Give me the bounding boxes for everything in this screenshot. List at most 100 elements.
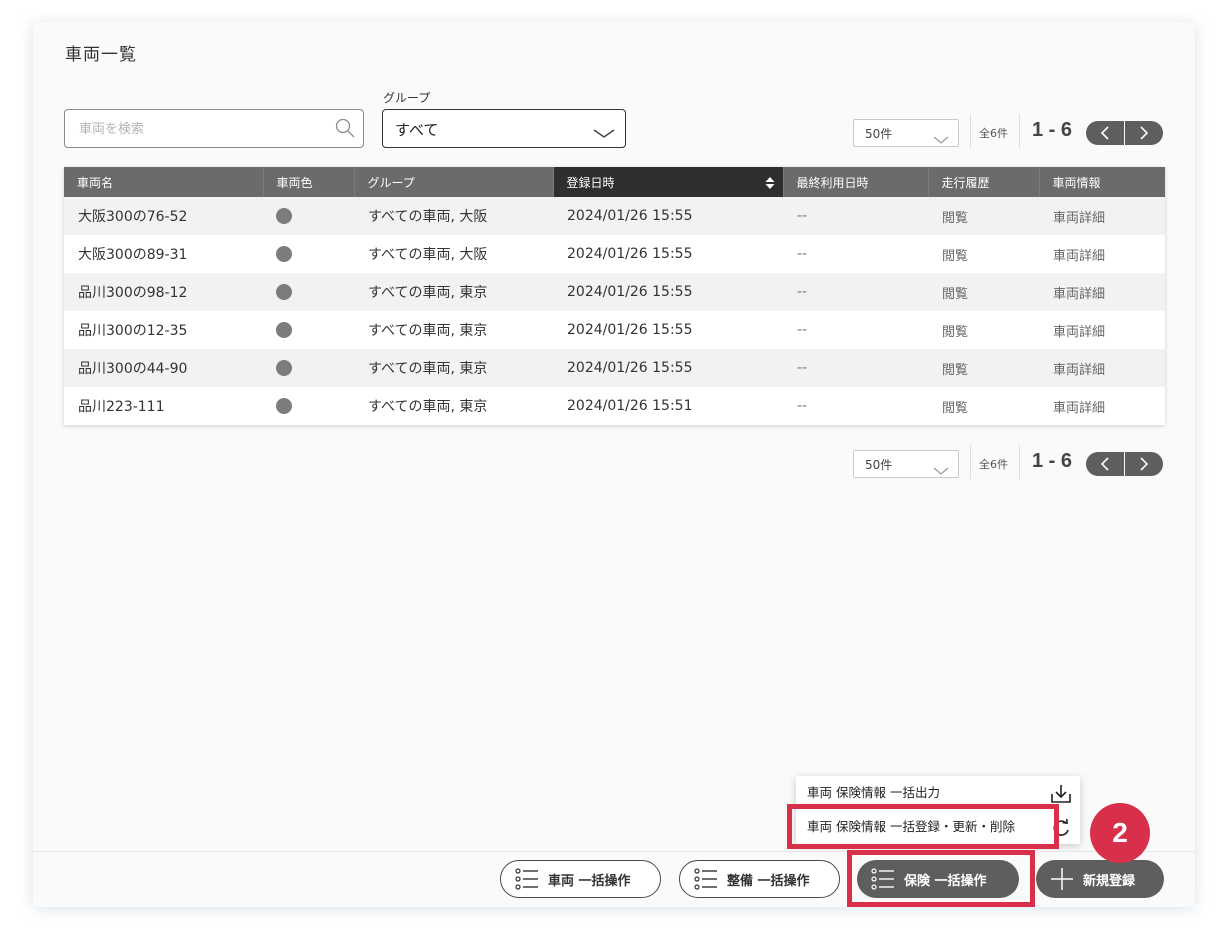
table-row: 品川300の44-90 すべての車両, 東京 2024/01/26 15:55 -- 閲… [64, 349, 1165, 387]
cell-vehicle-color [263, 273, 354, 311]
divider [1019, 445, 1020, 479]
history-view-link[interactable]: 閲覧 [928, 349, 1039, 387]
page-title: 車両一覧 [65, 45, 137, 65]
chevron-down-icon [933, 129, 949, 148]
color-swatch [276, 398, 292, 414]
history-view-link[interactable]: 閲覧 [928, 197, 1039, 235]
cell-vehicle-color [263, 197, 354, 235]
insurance-bulk-menu: 車両 保険情報 一括出力 車両 保険情報 一括登録・更新・削除 [796, 776, 1080, 844]
cell-registered: 2024/01/26 15:55 [553, 197, 783, 235]
history-view-link[interactable]: 閲覧 [928, 311, 1039, 349]
total-count: 全6件 [979, 127, 1008, 140]
vehicle-bulk-label: 車両 一括操作 [548, 873, 631, 889]
color-swatch [276, 208, 292, 224]
refresh-icon [1050, 817, 1072, 851]
col-header-name[interactable]: 車両名 [64, 167, 264, 197]
col-header-info[interactable]: 車両情報 [1039, 167, 1165, 197]
per-page-value: 50件 [865, 127, 893, 141]
table-header-row: 車両名 車両色 グループ 登録日時 最終利用日時 走行履歴 車両情報 [64, 167, 1165, 197]
page-range: 1 - 6 [1032, 450, 1073, 472]
search-input[interactable] [77, 110, 331, 149]
vehicle-detail-link[interactable]: 車両詳細 [1039, 311, 1165, 349]
cell-vehicle-color [263, 311, 354, 349]
col-header-history[interactable]: 走行履歴 [928, 167, 1040, 197]
vehicle-table: 車両名 車両色 グループ 登録日時 最終利用日時 走行履歴 車両情報 大阪300… [64, 167, 1165, 425]
cell-group: すべての車両, 東京 [354, 387, 553, 425]
cell-registered: 2024/01/26 15:51 [553, 387, 783, 425]
vehicle-detail-link[interactable]: 車両詳細 [1039, 273, 1165, 311]
cell-vehicle-name: 品川300の44-90 [64, 349, 263, 387]
cell-group: すべての車両, 東京 [354, 311, 553, 349]
menu-item-insurance-bulk-register[interactable]: 車両 保険情報 一括登録・更新・削除 [796, 810, 1080, 844]
vehicle-detail-link[interactable]: 車両詳細 [1039, 197, 1165, 235]
total-count: 全6件 [979, 458, 1008, 471]
cell-last-used: -- [783, 387, 928, 425]
history-view-link[interactable]: 閲覧 [928, 235, 1039, 273]
cell-last-used: -- [783, 273, 928, 311]
vehicle-bulk-button[interactable]: 車両 一括操作 [500, 860, 661, 898]
step-badge: 2 [1090, 803, 1150, 863]
menu-item-label: 車両 保険情報 一括登録・更新・削除 [807, 819, 1015, 834]
group-select-value: すべて [395, 121, 439, 139]
cell-last-used: -- [783, 197, 928, 235]
table-row: 品川300の12-35 すべての車両, 東京 2024/01/26 15:55 -- 閲… [64, 311, 1165, 349]
table-row: 品川223-111 すべての車両, 東京 2024/01/26 15:51 -- 閲覧車… [64, 387, 1165, 425]
page-range: 1 - 6 [1032, 119, 1073, 141]
search-icon[interactable] [335, 118, 355, 142]
color-swatch [276, 322, 292, 338]
divider [1019, 114, 1020, 148]
cell-group: すべての車両, 東京 [354, 273, 553, 311]
sort-icon[interactable] [765, 176, 775, 193]
col-header-registered[interactable]: 登録日時 [553, 167, 784, 197]
col-header-last-used[interactable]: 最終利用日時 [783, 167, 929, 197]
cell-registered: 2024/01/26 15:55 [553, 349, 783, 387]
per-page-select[interactable]: 50件 [853, 450, 959, 478]
vehicle-detail-link[interactable]: 車両詳細 [1039, 349, 1165, 387]
history-view-link[interactable]: 閲覧 [928, 387, 1039, 425]
cell-vehicle-color [263, 349, 354, 387]
cell-vehicle-name: 品川300の98-12 [64, 273, 263, 311]
prev-page-button[interactable] [1086, 452, 1124, 476]
next-page-button[interactable] [1125, 452, 1163, 476]
cell-last-used: -- [783, 349, 928, 387]
list-icon [871, 868, 895, 890]
history-view-link[interactable]: 閲覧 [928, 273, 1039, 311]
chevron-down-icon [593, 124, 615, 143]
col-header-color[interactable]: 車両色 [263, 167, 355, 197]
maintenance-bulk-button[interactable]: 整備 一括操作 [679, 860, 840, 898]
prev-page-button[interactable] [1086, 121, 1124, 145]
per-page-select[interactable]: 50件 [853, 119, 959, 147]
next-page-button[interactable] [1125, 121, 1163, 145]
new-register-button[interactable]: 新規登録 [1036, 860, 1164, 898]
pagination-bottom: 50件 全6件 1 - 6 [853, 445, 1165, 479]
group-select[interactable]: すべて [382, 109, 626, 148]
cell-vehicle-color [263, 387, 354, 425]
cell-group: すべての車両, 東京 [354, 349, 553, 387]
col-header-group[interactable]: グループ [354, 167, 554, 197]
vehicle-detail-link[interactable]: 車両詳細 [1039, 235, 1165, 273]
cell-vehicle-name: 品川223-111 [64, 387, 263, 425]
color-swatch [276, 360, 292, 376]
color-swatch [276, 284, 292, 300]
cell-last-used: -- [783, 311, 928, 349]
maintenance-bulk-label: 整備 一括操作 [727, 873, 810, 889]
table-row: 品川300の98-12 すべての車両, 東京 2024/01/26 15:55 -- 閲… [64, 273, 1165, 311]
vehicle-list-panel: 車両一覧 グループ すべて 50件 全6件 1 - 6 [33, 22, 1195, 907]
menu-item-insurance-export[interactable]: 車両 保険情報 一括出力 [796, 776, 1080, 810]
menu-item-label: 車両 保険情報 一括出力 [807, 785, 940, 800]
insurance-bulk-button[interactable]: 保険 一括操作 [857, 860, 1019, 898]
chevron-down-icon [933, 460, 949, 479]
cell-group: すべての車両, 大阪 [354, 197, 553, 235]
col-header-registered-label: 登録日時 [566, 175, 615, 190]
new-register-label: 新規登録 [1083, 873, 1136, 889]
list-icon [515, 868, 539, 890]
vehicle-detail-link[interactable]: 車両詳細 [1039, 387, 1165, 425]
chevron-right-icon [1140, 126, 1149, 140]
search-box[interactable] [64, 109, 364, 149]
plus-icon [1050, 867, 1074, 891]
divider [970, 114, 971, 148]
cell-registered: 2024/01/26 15:55 [553, 235, 783, 273]
table-row: 大阪300の89-31 すべての車両, 大阪 2024/01/26 15:55 -- 閲… [64, 235, 1165, 273]
group-filter-label: グループ [383, 91, 431, 105]
cell-group: すべての車両, 大阪 [354, 235, 553, 273]
